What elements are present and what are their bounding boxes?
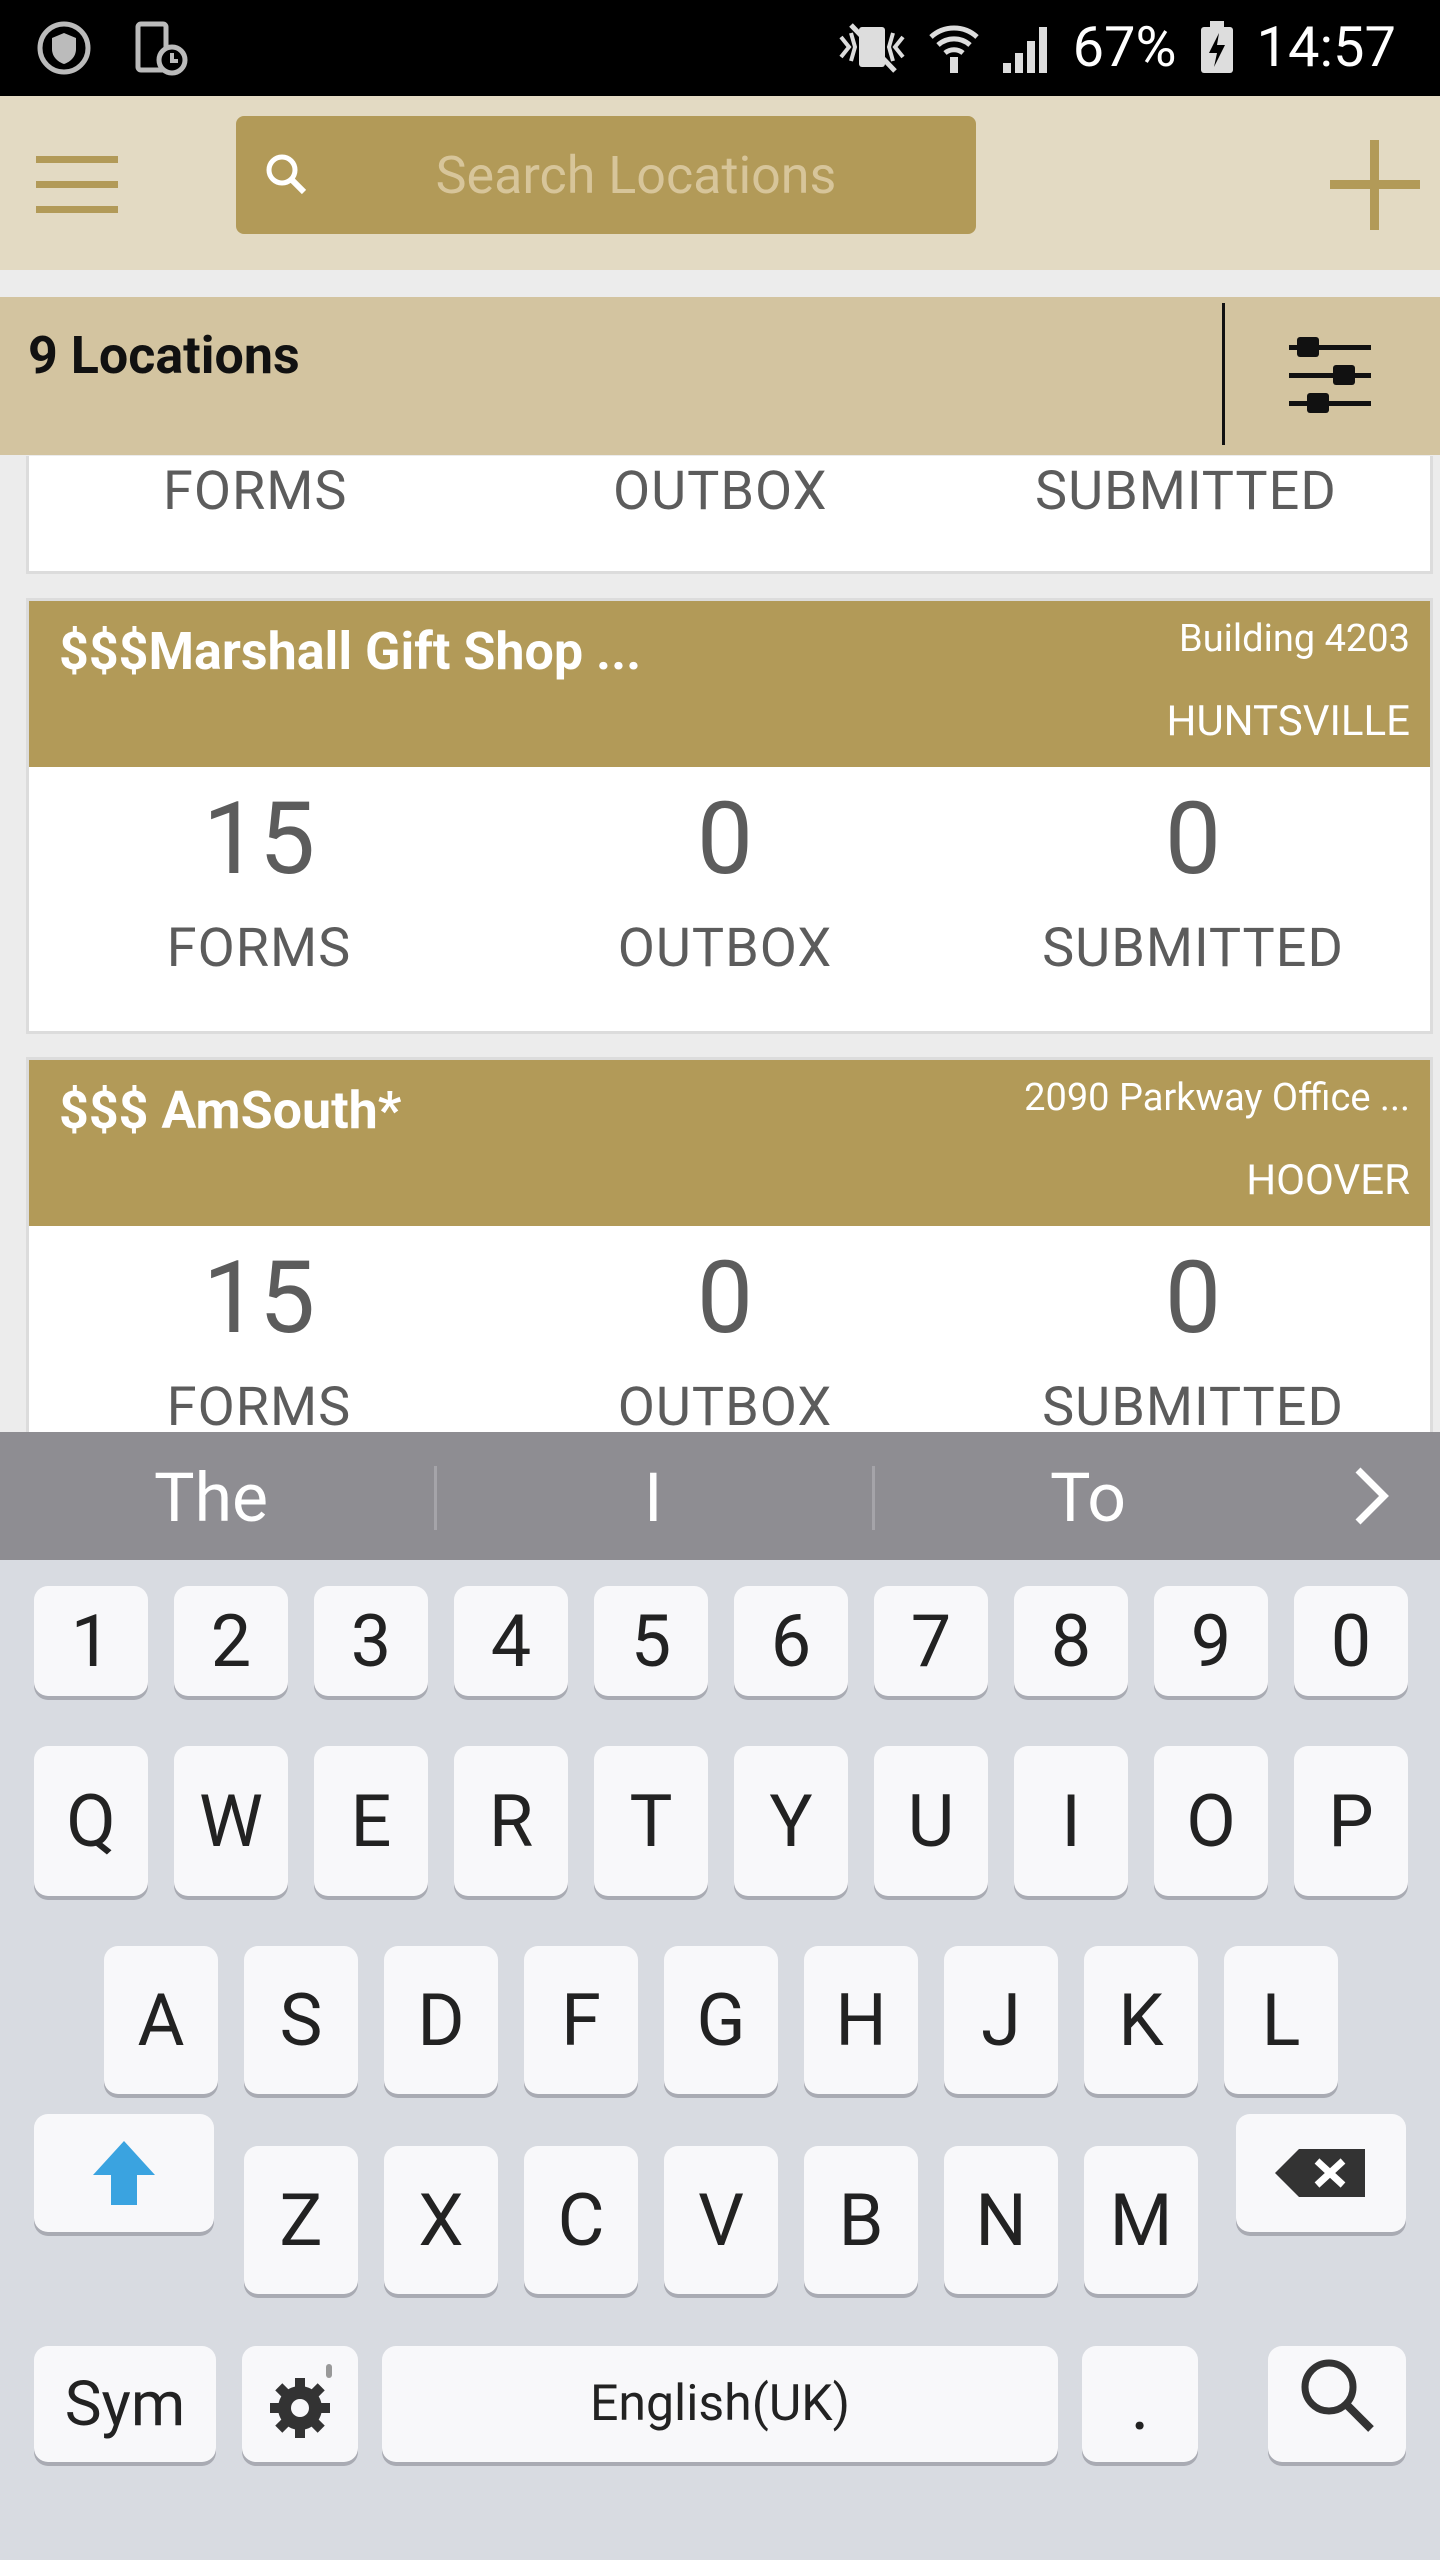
key-b[interactable]: B	[804, 2146, 918, 2294]
key-3[interactable]: 3	[314, 1586, 428, 1696]
key-a[interactable]: A	[104, 1946, 218, 2094]
chevron-right-icon[interactable]	[1352, 1464, 1392, 1532]
key-l[interactable]: L	[1224, 1946, 1338, 2094]
key-2[interactable]: 2	[174, 1586, 288, 1696]
key-c[interactable]: C	[524, 2146, 638, 2294]
mute-vibrate-icon	[837, 19, 907, 75]
add-location-button[interactable]	[1330, 140, 1420, 230]
location-card[interactable]: $$$ AmSouth* 2090 Parkway Office ... HOO…	[26, 1057, 1433, 1493]
battery-percent: 67%	[1072, 14, 1177, 80]
key-r[interactable]: R	[454, 1746, 568, 1896]
screen-timer-icon	[132, 20, 188, 80]
search-icon	[1297, 2355, 1377, 2453]
location-count: 9 Locations	[28, 325, 300, 386]
suggestion-divider	[434, 1466, 437, 1530]
key-0[interactable]: 0	[1294, 1586, 1408, 1696]
suggestion-2[interactable]: I	[644, 1458, 663, 1538]
sym-key[interactable]: Sym	[34, 2346, 216, 2462]
key-k[interactable]: K	[1084, 1946, 1198, 2094]
key-j[interactable]: J	[944, 1946, 1058, 2094]
location-title: $$$Marshall Gift Shop ...	[59, 621, 642, 682]
settings-gear-key[interactable]	[242, 2346, 358, 2462]
forms-count: 15	[202, 1240, 316, 1357]
key-5[interactable]: 5	[594, 1586, 708, 1696]
wifi-icon	[928, 19, 979, 75]
submitted-label: SUBMITTED	[1035, 460, 1337, 523]
key-d[interactable]: D	[384, 1946, 498, 2094]
key-i[interactable]: I	[1014, 1746, 1128, 1896]
forms-count: 15	[202, 781, 316, 898]
menu-icon[interactable]	[36, 156, 126, 218]
key-8[interactable]: 8	[1014, 1586, 1128, 1696]
location-card[interactable]: $$$Marshall Gift Shop ... Building 4203 …	[26, 598, 1433, 1034]
submitted-label: SUBMITTED	[1042, 1376, 1344, 1439]
key-w[interactable]: W	[174, 1746, 288, 1896]
signal-icon	[1001, 19, 1051, 75]
search-key[interactable]	[1268, 2346, 1406, 2462]
location-card-header: $$$ AmSouth* 2090 Parkway Office ... HOO…	[29, 1060, 1430, 1226]
outbox-count: 0	[696, 1240, 754, 1357]
forms-label: FORMS	[163, 460, 348, 523]
key-h[interactable]: H	[804, 1946, 918, 2094]
divider	[1222, 303, 1225, 445]
key-7[interactable]: 7	[874, 1586, 988, 1696]
forms-label: FORMS	[166, 917, 352, 980]
submitted-count: 0	[1164, 1240, 1222, 1357]
location-count-bar: 9 Locations	[0, 297, 1440, 455]
status-bar: 67% 14:57	[0, 0, 1440, 96]
search-icon	[264, 152, 310, 202]
submitted-label: SUBMITTED	[1042, 917, 1344, 980]
location-card-partial[interactable]: FORMS OUTBOX SUBMITTED	[26, 456, 1433, 574]
shield-icon	[36, 20, 92, 80]
clock: 14:57	[1256, 14, 1396, 80]
key-o[interactable]: O	[1154, 1746, 1268, 1896]
key-q[interactable]: Q	[34, 1746, 148, 1896]
submitted-count: 0	[1164, 781, 1222, 898]
location-city: HOOVER	[1246, 1156, 1410, 1205]
key-y[interactable]: Y	[734, 1746, 848, 1896]
key-s[interactable]: S	[244, 1946, 358, 2094]
key-4[interactable]: 4	[454, 1586, 568, 1696]
outbox-count: 0	[696, 781, 754, 898]
shift-key[interactable]	[34, 2114, 214, 2232]
backspace-key[interactable]	[1236, 2114, 1406, 2232]
key-g[interactable]: G	[664, 1946, 778, 2094]
key-z[interactable]: Z	[244, 2146, 358, 2294]
space-key[interactable]: English(UK)	[382, 2346, 1058, 2462]
key-1[interactable]: 1	[34, 1586, 148, 1696]
location-city: HUNTSVILLE	[1166, 697, 1410, 746]
suggestion-1[interactable]: The	[154, 1458, 268, 1538]
key-9[interactable]: 9	[1154, 1586, 1268, 1696]
keyboard-suggestion-bar: The I To	[0, 1432, 1440, 1560]
key-p[interactable]: P	[1294, 1746, 1408, 1896]
key-u[interactable]: U	[874, 1746, 988, 1896]
key-t[interactable]: T	[594, 1746, 708, 1896]
search-input[interactable]	[336, 116, 936, 234]
key-m[interactable]: M	[1084, 2146, 1198, 2294]
key-v[interactable]: V	[664, 2146, 778, 2294]
outbox-label: OUTBOX	[617, 917, 833, 980]
app-bar	[0, 96, 1440, 270]
location-address: 2090 Parkway Office ...	[1024, 1076, 1410, 1120]
search-box[interactable]	[236, 116, 976, 234]
forms-label: FORMS	[166, 1376, 352, 1439]
suggestion-3[interactable]: To	[1050, 1458, 1126, 1538]
battery-charging-icon	[1199, 19, 1235, 75]
key-6[interactable]: 6	[734, 1586, 848, 1696]
suggestion-divider	[872, 1466, 875, 1530]
filter-sliders-icon[interactable]	[1285, 333, 1375, 415]
location-address: Building 4203	[1179, 617, 1410, 661]
key-e[interactable]: E	[314, 1746, 428, 1896]
location-title: $$$ AmSouth*	[59, 1080, 402, 1141]
key-x[interactable]: X	[384, 2146, 498, 2294]
keyboard: Sym English(UK) . 1234567890 QWERTYUIOP AS…	[0, 1560, 1440, 2560]
outbox-label: OUTBOX	[617, 1376, 833, 1439]
location-card-header: $$$Marshall Gift Shop ... Building 4203 …	[29, 601, 1430, 767]
outbox-label: OUTBOX	[613, 460, 828, 523]
key-n[interactable]: N	[944, 2146, 1058, 2294]
period-key[interactable]: .	[1082, 2346, 1198, 2462]
key-f[interactable]: F	[524, 1946, 638, 2094]
